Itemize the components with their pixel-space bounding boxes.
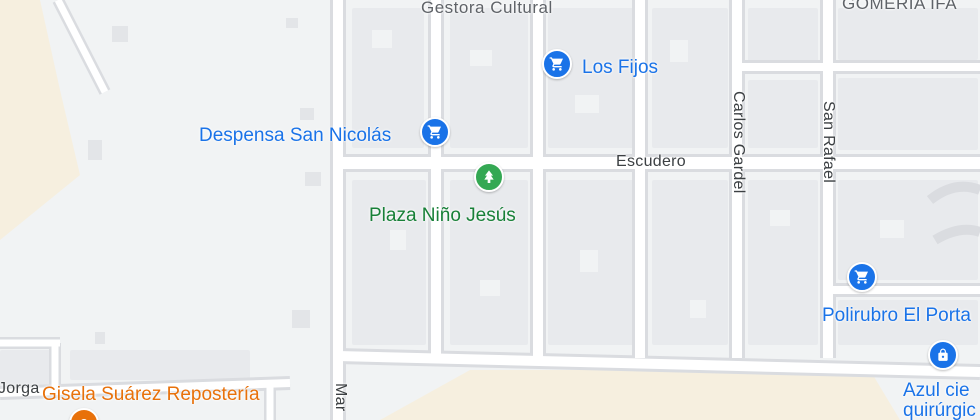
map-canvas[interactable]: Escudero Carlos Gardel San Rafael Mar Jo… [0,0,980,420]
place-label-azul-line1[interactable]: Azul cie [903,380,970,402]
sand-area-south [380,370,900,420]
lock-pin-azul[interactable] [928,340,958,370]
shopping-cart-pin-los-fijos[interactable] [542,49,572,79]
sand-area-west [0,0,80,240]
scattered-buildings [88,18,321,344]
place-label-plaza[interactable]: Plaza Niño Jesús [369,205,516,227]
shopping-cart-icon [427,125,441,139]
place-label-azul-line2[interactable]: quirúrgic [903,400,976,420]
place-label-los-fijos[interactable]: Los Fijos [582,57,658,79]
shopping-cart-pin-polirubro[interactable] [847,262,877,292]
place-label-gomeria[interactable]: GOMERIA IFA [842,0,957,14]
shopping-cart-pin-despensa[interactable] [420,117,450,147]
street-label-san-rafael: San Rafael [820,101,837,184]
street-label-mar: Mar [332,383,349,412]
shopping-cart-icon [854,270,868,284]
lock-icon [938,348,948,361]
place-label-polirubro[interactable]: Polirubro El Porta [822,305,971,327]
street-label-jorga: Jorga [0,380,40,397]
shopping-cart-icon [549,57,563,71]
place-label-gestora-cultural[interactable]: Gestora Cultural [421,0,553,18]
tree-pin-plaza[interactable] [474,162,504,192]
street-label-escudero: Escudero [616,153,686,170]
street-label-carlos-gardel: Carlos Gardel [730,91,747,194]
place-label-gisela[interactable]: Gisela Suárez Repostería [42,384,260,406]
tree-icon [484,170,494,183]
place-label-despensa[interactable]: Despensa San Nicolás [199,125,391,147]
